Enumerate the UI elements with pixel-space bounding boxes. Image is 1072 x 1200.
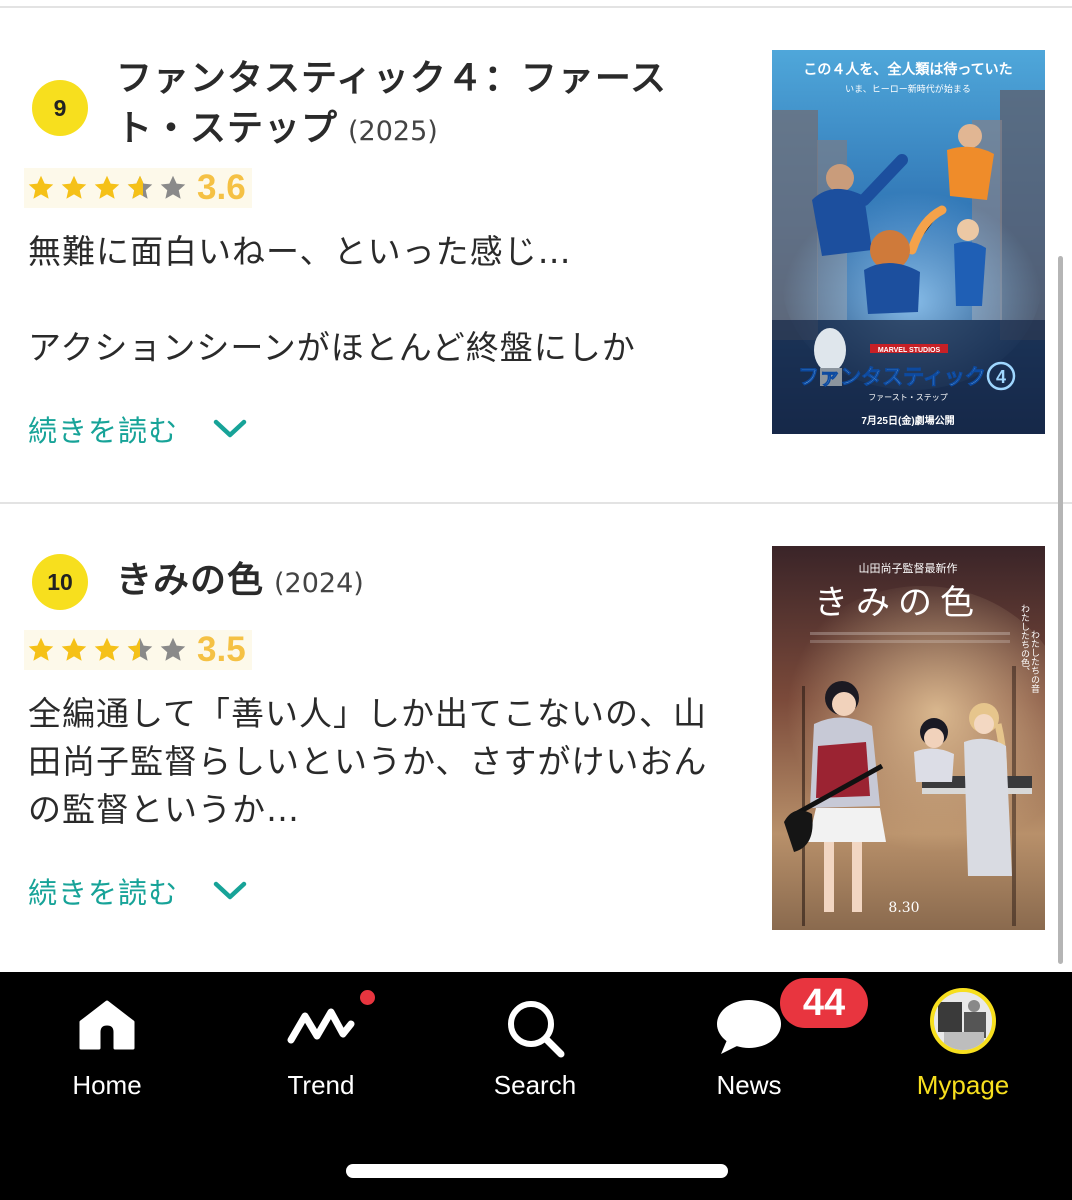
scrollbar[interactable] [1058, 256, 1063, 964]
rank-badge: 9 [32, 80, 88, 136]
tab-label[interactable]: News [642, 1070, 856, 1101]
star-empty-icon [160, 175, 186, 199]
poster-logo-number: 4 [996, 367, 1006, 387]
chat-bubble-icon[interactable] [713, 996, 785, 1056]
news-badge: 44 [780, 978, 868, 1028]
read-more-label[interactable]: 続きを読む [28, 408, 178, 450]
tab-trend[interactable]: Trend [214, 972, 428, 1112]
page: 9 ファンタスティック４：ファースト・ステップ (2025) 3.6 無難に面白い… [0, 0, 1072, 1200]
rating-row: 3.6 [24, 168, 252, 208]
poster-title: きみの色 [814, 583, 982, 623]
read-more-button[interactable]: 続きを読む [28, 870, 248, 912]
movie-title[interactable]: ファンタスティック４：ファースト・ステップ (2025) [116, 54, 736, 157]
poster-side-text-1: わたしたちの色、 [1019, 604, 1030, 676]
home-icon[interactable] [75, 996, 139, 1052]
rating-row: 3.5 [24, 630, 252, 670]
rating-score: 3.6 [197, 168, 246, 207]
tab-label[interactable]: Search [428, 1070, 642, 1101]
poster-top-text: 山田尚子監督最新作 [859, 561, 958, 575]
poster-subtagline: いま、ヒーロー新時代が始まる [845, 83, 971, 94]
review-text: 無難に面白いねー、といった感じ… アクションシーンがほとんど終盤にしか [28, 232, 636, 367]
star-full-icon [28, 637, 54, 661]
read-more-button[interactable]: 続きを読む [28, 408, 248, 450]
poster-art[interactable]: この４人を、全人類は待っていた いま、ヒーロー新時代が始まる MARVEL ST… [772, 50, 1045, 434]
tab-home[interactable]: Home [0, 972, 214, 1112]
poster-brand: MARVEL STUDIOS [878, 347, 941, 354]
star-partial-icon [127, 637, 153, 661]
movie-title[interactable]: きみの色 (2024) [116, 556, 736, 609]
star-full-icon [94, 175, 120, 199]
rank-badge: 10 [32, 554, 88, 610]
movie-year: (2024) [274, 568, 364, 599]
ranking-card[interactable]: 10 きみの色 (2024) 3.5 全編通して「善い人」しか出てこないの、山田尚… [0, 504, 1060, 970]
poster-art[interactable]: 山田尚子監督最新作 きみの色 わたしたちの色、 わたしたちの音 8.30 [772, 546, 1045, 930]
bottom-tab-bar: Home Trend Search News 44 Mypage [0, 972, 1072, 1200]
search-icon[interactable] [503, 996, 567, 1060]
review-text: 全編通して「善い人」しか出てこないの、山田尚子監督らしいというか、さすがけいおん… [28, 694, 708, 829]
movie-poster[interactable]: この４人を、全人類は待っていた いま、ヒーロー新時代が始まる MARVEL ST… [772, 50, 1045, 434]
star-full-icon [94, 637, 120, 661]
poster-tagline: この４人を、全人類は待っていた [803, 61, 1012, 77]
star-full-icon [61, 175, 87, 199]
tab-search[interactable]: Search [428, 972, 642, 1112]
trend-icon[interactable] [285, 996, 357, 1052]
poster-date: 8.30 [888, 900, 919, 916]
tab-label[interactable]: Mypage [856, 1070, 1070, 1101]
movie-title-text[interactable]: きみの色 [116, 560, 264, 601]
movie-poster[interactable]: 山田尚子監督最新作 きみの色 わたしたちの色、 わたしたちの音 8.30 [772, 546, 1045, 930]
star-full-icon [61, 637, 87, 661]
ranking-card[interactable]: 9 ファンタスティック４：ファースト・ステップ (2025) 3.6 無難に面白い… [0, 8, 1060, 502]
home-indicator[interactable] [346, 1164, 728, 1178]
tab-label[interactable]: Trend [214, 1070, 428, 1101]
movie-year: (2025) [348, 116, 438, 147]
notification-dot [360, 990, 375, 1005]
poster-release: 7月25日(金)劇場公開 [861, 414, 954, 427]
star-empty-icon [160, 637, 186, 661]
poster-side-text-2: わたしたちの音 [1029, 630, 1040, 694]
chevron-down-icon[interactable] [212, 880, 248, 902]
read-more-label[interactable]: 続きを読む [28, 870, 178, 912]
avatar[interactable] [930, 988, 996, 1054]
star-full-icon [28, 175, 54, 199]
tab-label[interactable]: Home [0, 1070, 214, 1101]
poster-subtitle: ファースト・ステップ [868, 393, 948, 402]
avatar-image [934, 992, 992, 1050]
poster-logo-text: ファンタスティック [798, 366, 986, 389]
star-partial-icon [127, 175, 153, 199]
chevron-down-icon[interactable] [212, 418, 248, 440]
rating-score: 3.5 [197, 630, 246, 669]
